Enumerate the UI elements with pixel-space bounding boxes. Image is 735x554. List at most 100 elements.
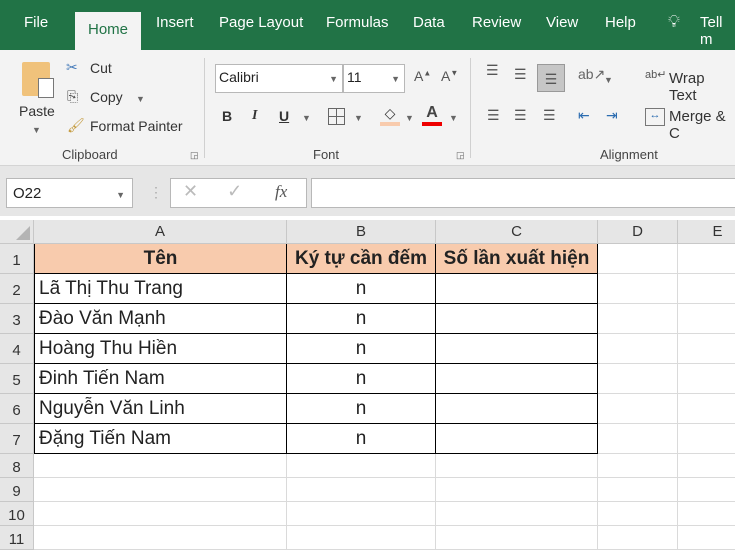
row-header-11[interactable]: 11 <box>0 526 34 550</box>
paste-dropdown-icon[interactable]: ▼ <box>32 125 41 135</box>
cell-B5[interactable]: n <box>287 364 436 394</box>
underline-button[interactable]: U <box>279 108 289 124</box>
orientation-dropdown-icon[interactable]: ▼ <box>604 75 613 85</box>
paste-icon[interactable] <box>22 62 54 98</box>
increase-font-icon[interactable]: A▲ <box>414 68 431 84</box>
cell-C3[interactable] <box>436 304 598 334</box>
cell-A6[interactable]: Nguyễn Văn Linh <box>34 394 287 424</box>
cell-A10[interactable] <box>34 502 287 526</box>
row-header-5[interactable]: 5 <box>0 364 34 394</box>
cell-B7[interactable]: n <box>287 424 436 454</box>
cell-D5[interactable] <box>598 364 678 394</box>
font-name-select[interactable]: Calibri ▼ <box>215 64 343 93</box>
cell-E7[interactable] <box>678 424 735 454</box>
tab-data[interactable]: Data <box>413 14 445 31</box>
cut-button[interactable]: Cut <box>90 60 112 76</box>
copy-dropdown-icon[interactable]: ▼ <box>136 94 145 104</box>
cell-A2[interactable]: Lã Thị Thu Trang <box>34 274 287 304</box>
format-painter-button[interactable]: Format Painter <box>90 118 183 134</box>
cell-C11[interactable] <box>436 526 598 550</box>
cell-C1[interactable]: Số lần xuất hiện <box>436 244 598 274</box>
row-header-3[interactable]: 3 <box>0 304 34 334</box>
align-center-icon[interactable]: ☰ <box>514 107 527 124</box>
cell-A5[interactable]: Đinh Tiến Nam <box>34 364 287 394</box>
cell-E6[interactable] <box>678 394 735 424</box>
cell-E2[interactable] <box>678 274 735 304</box>
cell-A9[interactable] <box>34 478 287 502</box>
cell-B6[interactable]: n <box>287 394 436 424</box>
column-header-a[interactable]: A <box>34 220 287 244</box>
tab-file[interactable]: File <box>24 14 48 31</box>
cell-E5[interactable] <box>678 364 735 394</box>
decrease-indent-icon[interactable]: ⇤ <box>578 107 590 124</box>
cell-B4[interactable]: n <box>287 334 436 364</box>
fill-color-icon[interactable]: ◇ <box>380 105 400 126</box>
cell-D3[interactable] <box>598 304 678 334</box>
orientation-icon[interactable]: ab↗ <box>578 66 605 83</box>
cell-E10[interactable] <box>678 502 735 526</box>
tab-insert[interactable]: Insert <box>156 14 194 31</box>
tab-formulas[interactable]: Formulas <box>326 14 389 31</box>
copy-button[interactable]: Copy <box>90 89 123 105</box>
cell-E11[interactable] <box>678 526 735 550</box>
top-align-icon[interactable]: ☰ <box>486 62 499 79</box>
cell-C10[interactable] <box>436 502 598 526</box>
cell-D6[interactable] <box>598 394 678 424</box>
paste-button[interactable]: Paste <box>19 103 55 119</box>
cell-B3[interactable]: n <box>287 304 436 334</box>
cell-C6[interactable] <box>436 394 598 424</box>
lightbulb-icon[interactable]: 💡︎ <box>668 12 680 32</box>
cell-B10[interactable] <box>287 502 436 526</box>
formula-input[interactable] <box>311 178 735 208</box>
cell-A8[interactable] <box>34 454 287 478</box>
row-header-2[interactable]: 2 <box>0 274 34 304</box>
bottom-align-icon[interactable]: ☰ <box>537 64 565 92</box>
column-header-c[interactable]: C <box>436 220 598 244</box>
align-left-icon[interactable]: ☰ <box>487 107 500 124</box>
bold-button[interactable]: B <box>222 108 232 124</box>
column-header-d[interactable]: D <box>598 220 678 244</box>
font-color-icon[interactable]: A <box>422 104 442 126</box>
font-size-select[interactable]: 11 ▼ <box>343 64 405 93</box>
cell-A11[interactable] <box>34 526 287 550</box>
drag-handle-icon[interactable]: ⋮ <box>149 184 163 201</box>
select-all-button[interactable] <box>0 220 34 244</box>
column-header-b[interactable]: B <box>287 220 436 244</box>
cell-E9[interactable] <box>678 478 735 502</box>
cell-B1[interactable]: Ký tự cần đếm <box>287 244 436 274</box>
row-header-1[interactable]: 1 <box>0 244 34 274</box>
clipboard-launcher-icon[interactable]: ◲ <box>190 150 199 161</box>
cell-E3[interactable] <box>678 304 735 334</box>
borders-dropdown-icon[interactable]: ▼ <box>354 113 363 123</box>
row-header-9[interactable]: 9 <box>0 478 34 502</box>
cancel-icon[interactable]: ✕ <box>183 181 198 201</box>
cell-C8[interactable] <box>436 454 598 478</box>
cell-A3[interactable]: Đào Văn Mạnh <box>34 304 287 334</box>
row-header-6[interactable]: 6 <box>0 394 34 424</box>
tab-help[interactable]: Help <box>605 14 636 31</box>
cell-D11[interactable] <box>598 526 678 550</box>
row-header-4[interactable]: 4 <box>0 334 34 364</box>
cell-D8[interactable] <box>598 454 678 478</box>
cell-C7[interactable] <box>436 424 598 454</box>
cell-D1[interactable] <box>598 244 678 274</box>
cell-C2[interactable] <box>436 274 598 304</box>
cell-D9[interactable] <box>598 478 678 502</box>
cell-E1[interactable] <box>678 244 735 274</box>
tab-home[interactable]: Home <box>75 12 142 50</box>
fill-color-dropdown-icon[interactable]: ▼ <box>405 113 414 123</box>
font-launcher-icon[interactable]: ◲ <box>456 150 465 161</box>
row-header-7[interactable]: 7 <box>0 424 34 454</box>
insert-function-button[interactable]: fx <box>275 182 287 202</box>
cell-B2[interactable]: n <box>287 274 436 304</box>
merge-center-button[interactable]: Merge & C <box>669 108 735 142</box>
middle-align-icon[interactable]: ☰ <box>514 66 527 83</box>
row-header-8[interactable]: 8 <box>0 454 34 478</box>
cell-E8[interactable] <box>678 454 735 478</box>
underline-dropdown-icon[interactable]: ▼ <box>302 113 311 123</box>
cell-B11[interactable] <box>287 526 436 550</box>
cell-D7[interactable] <box>598 424 678 454</box>
italic-button[interactable]: I <box>252 108 257 124</box>
tab-page-layout[interactable]: Page Layout <box>219 14 303 31</box>
tab-review[interactable]: Review <box>472 14 521 31</box>
